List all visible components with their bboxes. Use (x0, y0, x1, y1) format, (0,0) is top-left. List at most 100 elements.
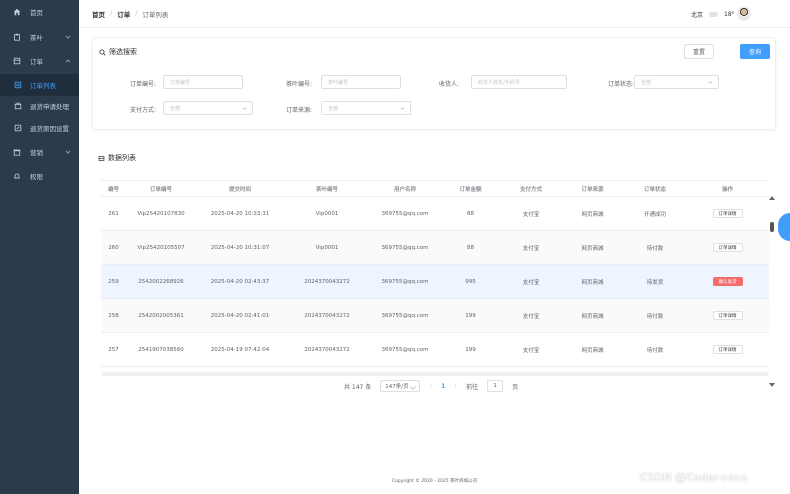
query-button[interactable]: 查询 (740, 44, 770, 59)
order-detail-button[interactable]: 订单详情 (712, 311, 743, 320)
cell-user: 369755@qq.com (381, 244, 429, 251)
sidebar-item-home[interactable]: 首页 (0, 1, 79, 23)
table-header: 编号 订单编号 提交时间 茶叶编号 用户名称 订单金额 支付方式 订单来源 订单… (101, 181, 769, 197)
jump-label: 前往 (466, 383, 479, 391)
vertical-scrollbar[interactable] (769, 196, 775, 387)
tea-no-input[interactable]: 茶叶编号 (321, 75, 401, 89)
cell-time: 2025-04-20 02:41:01 (210, 312, 270, 319)
sidebar-item-order[interactable]: 订单 (0, 50, 79, 72)
watermark: CSDN @Coder-coco (640, 471, 748, 484)
breadcrumb-order[interactable]: 订单 (117, 9, 130, 19)
cell-action: 订单详情 (686, 231, 769, 264)
cell-amount: 995 (465, 278, 476, 285)
sidebar-item-label: 退货原因设置 (30, 125, 69, 133)
prev-page-button[interactable]: ‹ (429, 382, 432, 390)
main-content: 筛选搜索 重置 查询 订单编号: 订单编号 茶叶编号: 茶叶编号 收货人: 收货… (79, 28, 790, 494)
order-source-value: 全部 (328, 105, 339, 112)
weather-widget: 北京 18° (691, 10, 735, 19)
cell-amount: 88 (467, 210, 474, 217)
column-header[interactable]: 订单金额 (440, 181, 501, 196)
scroll-down-arrow[interactable] (769, 383, 775, 387)
cell-tea-no: 2024370043272 (304, 312, 350, 319)
order-status-select[interactable]: 全部 (634, 75, 719, 89)
table-row[interactable]: 260 Vip25420105507 2025-04-20 10:31:07 V… (101, 231, 769, 265)
column-header[interactable]: 编号 (101, 181, 126, 196)
receiver-label: 收货人: (438, 81, 459, 88)
table-row[interactable]: 261 Vip25420107830 2025-04-20 10:33:31 V… (101, 197, 769, 231)
list-icon (14, 81, 22, 89)
home-icon (13, 8, 21, 16)
column-header[interactable]: 操作 (686, 181, 769, 196)
cell-tea-no: Vip0001 (315, 244, 339, 251)
cell-amount: 199 (465, 312, 476, 319)
cell-tea-no: Vip0001 (315, 210, 339, 217)
column-header[interactable]: 订单来源 (561, 181, 624, 196)
next-page-button[interactable]: › (454, 382, 457, 390)
cell-tea-no: 2024370043272 (304, 278, 350, 285)
order-detail-button[interactable]: 订单详情 (712, 345, 743, 354)
cell-status: 待发货 (646, 279, 664, 286)
tea-icon (13, 33, 21, 41)
order-no-label: 订单编号: (129, 81, 156, 88)
column-header[interactable]: 用户名称 (370, 181, 440, 196)
cell-status: 待付款 (646, 245, 664, 252)
page-size-select[interactable]: 147条/页 (380, 380, 421, 392)
column-header[interactable]: 茶叶编号 (284, 181, 370, 196)
reset-button[interactable]: 重置 (684, 44, 714, 59)
cell-time: 2025-04-20 10:31:07 (210, 244, 270, 251)
order-detail-button[interactable]: 订单详情 (712, 243, 743, 252)
sidebar-item-label: 营销 (30, 149, 43, 157)
sidebar-item-order-list[interactable]: 订单列表 (0, 74, 79, 96)
filter-title-text: 筛选搜索 (109, 48, 137, 56)
cell-pay: 支付宝 (522, 245, 540, 252)
order-no-placeholder: 订单编号 (170, 79, 191, 86)
sidebar-item-marketing[interactable]: 营销 (0, 141, 79, 163)
filter-card: 筛选搜索 重置 查询 订单编号: 订单编号 茶叶编号: 茶叶编号 收货人: 收货… (92, 37, 776, 130)
scroll-thumb[interactable] (770, 222, 774, 232)
page-number-current[interactable]: 1 (441, 383, 445, 390)
table-row[interactable]: 257 2541907038560 2025-04-19 07:42:04 20… (101, 333, 769, 367)
order-no-input[interactable]: 订单编号 (163, 75, 243, 89)
page-size-value: 147条/页 (385, 384, 409, 390)
chevron-down-icon (400, 107, 405, 110)
sidebar-item-return-reason[interactable]: 退货原因设置 (0, 117, 79, 139)
breadcrumb-separator: / (110, 9, 113, 17)
sidebar-item-return-apply[interactable]: 退货申请处理 (0, 95, 79, 117)
table-row[interactable]: 258 2542002005361 2025-04-20 02:41:01 20… (101, 299, 769, 333)
sidebar: 首页 茶叶 订单 订单列表 退货申请处理 退货原因设置 营销 权限 (0, 0, 79, 494)
horizontal-scrollbar[interactable] (101, 372, 769, 376)
pay-method-select[interactable]: 全部 (163, 101, 253, 115)
sidebar-item-tea[interactable]: 茶叶 (0, 26, 79, 48)
pay-method-label: 支付方式: (129, 107, 156, 114)
breadcrumb-current: 订单列表 (142, 11, 169, 19)
scroll-up-arrow[interactable] (769, 196, 775, 200)
edit-icon (14, 124, 22, 132)
table-row[interactable]: 259 2542002268926 2025-04-20 02:43:37 20… (101, 265, 769, 299)
sidebar-item-permission[interactable]: 权限 (0, 165, 79, 187)
page-suffix: 页 (512, 383, 519, 391)
column-header[interactable]: 提交时间 (196, 181, 284, 196)
cell-id: 258 (108, 312, 119, 319)
table-title-text: 数据列表 (108, 154, 136, 162)
weather-city: 北京 (691, 12, 704, 19)
cell-source: 网页商城 (581, 347, 604, 354)
column-header[interactable]: 订单状态 (624, 181, 686, 196)
jump-page-input[interactable]: 1 (487, 380, 504, 392)
order-detail-button[interactable]: 订单详情 (712, 209, 743, 218)
cell-time: 2025-04-19 07:42:04 (210, 346, 270, 353)
receiver-input[interactable]: 收货人姓名/手机号 (471, 75, 567, 89)
total-count: 共 147 条 (344, 383, 372, 391)
breadcrumb-home[interactable]: 首页 (92, 9, 105, 19)
chevron-down-icon (242, 107, 247, 110)
return-icon (14, 102, 22, 110)
order-source-select[interactable]: 全部 (321, 101, 411, 115)
column-header[interactable]: 支付方式 (501, 181, 561, 196)
cell-order-no: 2542002268926 (138, 278, 184, 285)
avatar[interactable] (737, 7, 751, 21)
filter-title: 筛选搜索 (99, 47, 137, 57)
cell-id: 261 (108, 210, 119, 217)
cell-id: 259 (108, 278, 119, 285)
confirm-ship-button[interactable]: 确认发货 (712, 277, 743, 286)
cell-id: 257 (108, 346, 119, 353)
column-header[interactable]: 订单编号 (126, 181, 196, 196)
